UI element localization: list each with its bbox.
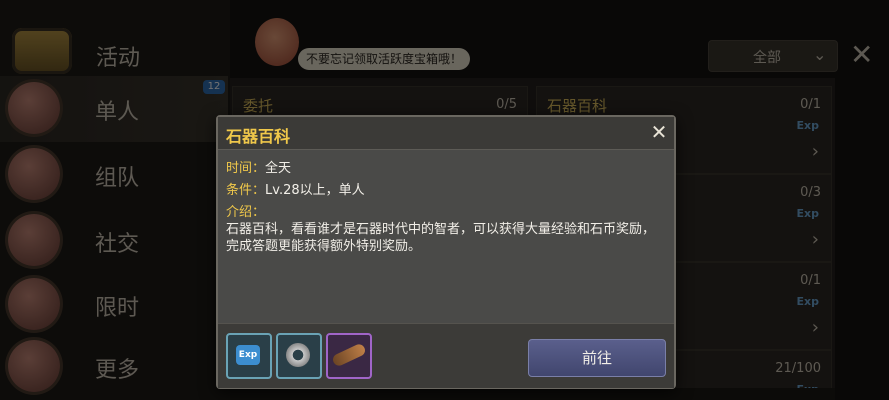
card-title: 石器百科 <box>547 97 608 115</box>
reminder-speech-bubble: 不要忘记领取活跃度宝箱哦！ <box>298 48 471 70</box>
intro-row: 介绍： <box>226 201 265 220</box>
bottom-bar <box>230 388 835 400</box>
social-avatar-icon <box>8 214 60 266</box>
sidebar: 活动 单人 12 组队 社交 限时 更多 <box>0 0 230 400</box>
tab-label: 社交 <box>95 232 140 257</box>
time-key: 时间： <box>226 161 266 176</box>
activity-title: 活动 <box>96 46 141 71</box>
treasure-chest-icon[interactable] <box>12 28 72 74</box>
reward-slot[interactable] <box>326 333 372 379</box>
card-progress: 21/100 <box>775 361 821 376</box>
chevron-right-icon: › <box>811 229 819 250</box>
mascot-icon <box>255 18 299 66</box>
tab-social[interactable]: 社交 <box>0 208 228 274</box>
intro-key: 介绍： <box>226 205 266 220</box>
chevron-right-icon: › <box>811 141 819 162</box>
team-avatar-icon <box>8 148 60 200</box>
chevron-right-icon: › <box>811 317 819 338</box>
tab-more[interactable]: 更多 <box>0 334 228 400</box>
time-value: 全天 <box>265 161 292 176</box>
condition-value: Lv.28以上，单人 <box>265 183 365 198</box>
filter-label: 全部 <box>753 50 781 66</box>
activity-detail-dialog: 石器百科 ✕ 时间：全天 条件：Lv.28以上，单人 介绍： 石器百科，看看谁才… <box>216 115 676 389</box>
tab-label: 组队 <box>95 166 140 191</box>
tab-label: 单人 <box>95 100 140 125</box>
card-progress: 0/1 <box>800 273 821 288</box>
condition-row: 条件：Lv.28以上，单人 <box>226 179 365 198</box>
single-avatar-icon <box>8 82 60 134</box>
card-progress: 0/5 <box>496 97 517 112</box>
tab-limited[interactable]: 限时 <box>0 272 228 338</box>
count-badge: 12 <box>203 80 225 94</box>
go-button[interactable]: 前往 <box>528 339 666 377</box>
tab-team[interactable]: 组队 <box>0 142 228 208</box>
dialog-header: 石器百科 ✕ <box>218 117 674 150</box>
activity-description: 石器百科，看看谁才是石器时代中的智者，可以获得大量经验和石币奖励，完成答题更能获… <box>226 222 656 254</box>
more-avatar-icon <box>8 340 60 392</box>
exp-label: Exp <box>796 207 819 220</box>
card-progress: 0/3 <box>800 185 821 200</box>
reward-slot[interactable]: Exp <box>226 333 272 379</box>
condition-key: 条件： <box>226 183 266 198</box>
reward-slot[interactable] <box>276 333 322 379</box>
time-row: 时间：全天 <box>226 157 291 176</box>
close-icon[interactable]: ✕ <box>648 121 670 143</box>
exp-label: Exp <box>796 119 819 132</box>
card-title: 委托 <box>243 97 274 115</box>
chevron-down-icon: ⌄ <box>813 45 827 64</box>
exp-icon: Exp <box>236 345 260 365</box>
tab-label: 更多 <box>95 358 140 383</box>
wooden-club-icon <box>331 342 367 368</box>
filter-dropdown[interactable]: 全部 ⌄ <box>708 40 838 72</box>
card-progress: 0/1 <box>800 97 821 112</box>
tab-single[interactable]: 单人 <box>0 76 228 142</box>
dialog-title: 石器百科 <box>226 127 291 146</box>
exp-label: Exp <box>796 295 819 308</box>
stone-coin-icon <box>286 343 310 367</box>
close-icon[interactable]: ✕ <box>850 38 873 71</box>
limited-avatar-icon <box>8 278 60 330</box>
tab-label: 限时 <box>95 296 140 321</box>
activity-header: 活动 <box>0 20 230 80</box>
